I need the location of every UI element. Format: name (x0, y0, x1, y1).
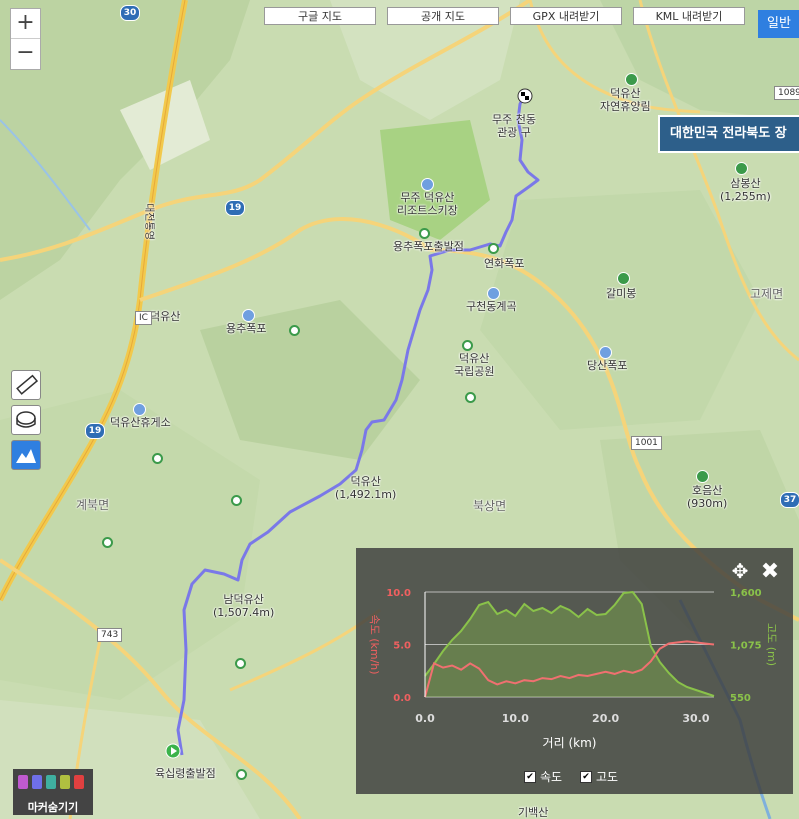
y-right-tick: 1,075 (730, 641, 762, 652)
poi-icon (152, 453, 163, 464)
place-dangsan-fall: 당산폭포 (587, 359, 628, 372)
flag-marker-icon (74, 775, 84, 789)
video-marker-icon (32, 775, 42, 789)
road-shield-30: 30 (120, 5, 140, 21)
y-left-tick: 5.0 (393, 641, 411, 652)
place-buksang: 북상면 (473, 499, 507, 513)
marker-toggle[interactable]: 마커숨기기 (13, 769, 93, 815)
place-deogyusan-forest: 덕유산 자연휴양림 (600, 87, 651, 113)
ic-sign: IC (135, 311, 152, 325)
kml-download-button[interactable]: KML 내려받기 (633, 7, 745, 25)
poi-icon (462, 340, 473, 351)
move-icon[interactable]: ✥ (732, 559, 749, 583)
place-yeonhwa: 연화폭포 (484, 257, 525, 270)
x-axis-label: 거리 (km) (543, 736, 597, 750)
highway-label: 대전통영 (142, 203, 154, 240)
poi-icon (488, 243, 499, 254)
place-yuksimnyeong: 육십령출발점 (155, 767, 216, 780)
region-banner: 대한민국 전라북도 장 (658, 115, 799, 153)
open-map-button[interactable]: 공개 지도 (387, 7, 499, 25)
memo-marker-icon (60, 775, 70, 789)
y-right-label: 고도 (m) (765, 623, 778, 666)
place-yongchu-start: 용추폭포출발점 (393, 240, 464, 253)
speed-toggle-label: 속도 (540, 770, 563, 784)
zoom-in-button[interactable]: + (11, 9, 40, 39)
place-muju-cheondong: 무주 천동 관광 구 (492, 113, 536, 139)
map-type-button[interactable]: 일반 (758, 10, 799, 38)
poi-icon (102, 537, 113, 548)
place-hoeumsan: 호음산 (930m) (687, 484, 728, 510)
poi-icon (235, 658, 246, 669)
y-left-tick: 10.0 (386, 588, 411, 599)
y-left-label: 속도 (km/h) (368, 614, 381, 674)
poi-icon (465, 392, 476, 403)
road-shield-37: 37 (780, 492, 799, 508)
ruler-icon[interactable] (11, 370, 41, 400)
y-left-tick: 0.0 (393, 693, 411, 704)
forest-icon (625, 73, 638, 86)
close-icon[interactable]: ✖ (761, 559, 779, 584)
mountain-icon (735, 162, 748, 175)
place-deogyusan-rest: 덕유산휴게소 (110, 416, 171, 429)
zoom-out-button[interactable]: − (11, 39, 40, 68)
waterfall-icon (487, 287, 500, 300)
mountain-icon (617, 272, 630, 285)
altitude-toggle-label: 고도 (596, 770, 619, 784)
y-right-tick: 550 (730, 693, 751, 704)
place-sambongsan: 삼봉산 (1,255m) (720, 177, 771, 203)
place-yongchu-fall: 용추폭포 (226, 322, 267, 335)
place-gyebuk: 계북면 (76, 498, 110, 512)
y-right-tick: 1,600 (730, 588, 762, 599)
poi-icon (289, 325, 300, 336)
poi-icon (231, 495, 242, 506)
place-hyangjeoksan: 덕유산 (1,492.1m) (335, 475, 397, 501)
waterfall-icon (242, 309, 255, 322)
place-galmibong: 갈미봉 (606, 287, 637, 300)
mountain-icon (696, 470, 709, 483)
place-muju-resort: 무주 덕유산 리조트스키장 (397, 191, 458, 217)
marker-hide-label: 마커숨기기 (27, 801, 79, 814)
x-tick: 10.0 (502, 712, 529, 725)
poi-icon (419, 228, 430, 239)
waterfall-icon (599, 346, 612, 359)
altitude-toggle[interactable]: ✔ 고도 (580, 768, 618, 785)
tape-measure-icon[interactable] (11, 405, 41, 435)
x-tick: 0.0 (415, 712, 435, 725)
place-gojemyeon: 고제면 (750, 287, 784, 301)
place-gucheon: 구천동계곡 (466, 300, 517, 313)
gpx-download-button[interactable]: GPX 내려받기 (510, 7, 622, 25)
road-shield-19: 19 (225, 200, 245, 216)
speed-toggle[interactable]: ✔ 속도 (524, 768, 562, 785)
altitude-checkbox[interactable]: ✔ (580, 770, 592, 783)
rest-area-icon (133, 403, 146, 416)
photo-marker-icon (18, 775, 28, 789)
x-tick: 20.0 (592, 712, 619, 725)
zoom-control[interactable]: + − (10, 8, 41, 70)
elevation-chart: 0.0 5.0 10.0 550 1,075 1,600 0.0 10.0 20.0 30.0 거리… (368, 559, 779, 750)
elevation-profile-icon[interactable] (11, 440, 41, 470)
resort-icon (421, 178, 434, 191)
speed-checkbox[interactable]: ✔ (524, 770, 536, 783)
road-sign-743: 743 (97, 628, 123, 642)
x-tick: 30.0 (682, 712, 709, 725)
place-gibaeksan: 기백산 (518, 806, 549, 819)
pin-marker-icon (46, 775, 56, 789)
google-map-button[interactable]: 구글 지도 (264, 7, 376, 25)
elevation-chart-panel: 0.0 5.0 10.0 550 1,075 1,600 0.0 10.0 20.0 30.0 거리… (356, 548, 793, 794)
place-namdeogyusan: 남덕유산 (1,507.4m) (213, 593, 275, 619)
place-deogyusan-np: 덕유산 국립공원 (454, 352, 495, 378)
road-sign-1089: 1089 (774, 86, 799, 100)
road-shield-19b: 19 (85, 423, 105, 439)
road-sign-1001: 1001 (631, 436, 662, 450)
place-deogyusan-ic: 덕유산 (150, 310, 181, 323)
poi-icon (236, 769, 247, 780)
